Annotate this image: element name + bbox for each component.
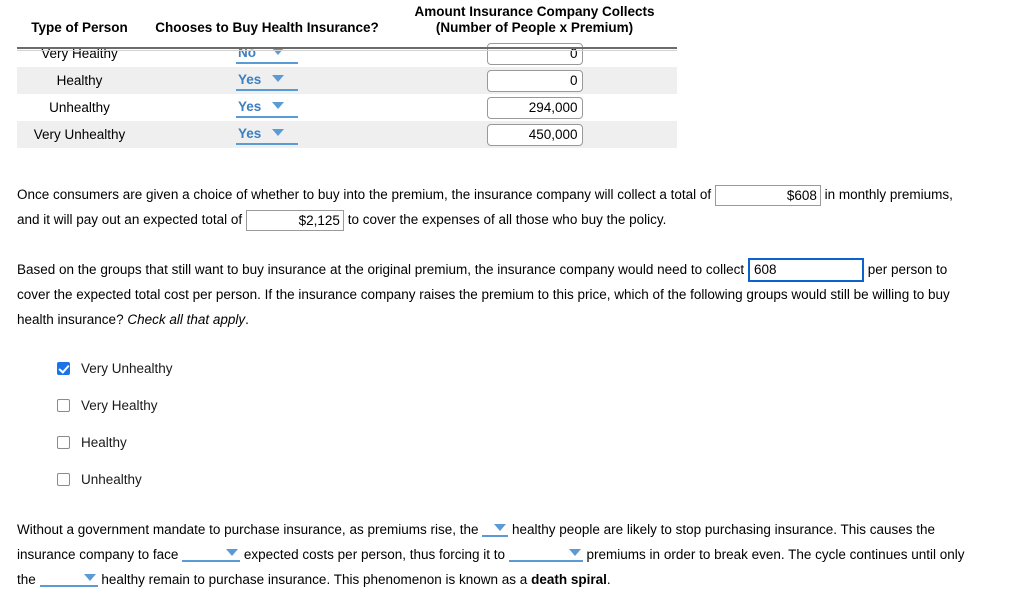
choice-dropdown-value: Yes: [238, 125, 262, 141]
checkbox-label-very-unhealthy: Very Unhealthy: [81, 361, 173, 376]
paragraph3-part3: expected costs per person, thus forcing …: [243, 547, 506, 562]
cell-choice: Yes: [142, 121, 392, 148]
choice-dropdown-very-unhealthy[interactable]: Yes: [236, 125, 298, 145]
cell-person-type: Very Healthy: [41, 46, 118, 61]
chevron-down-icon: [83, 573, 96, 581]
checkbox-label-very-healthy: Very Healthy: [81, 398, 158, 413]
checkbox-row-unhealthy[interactable]: Unhealthy: [57, 461, 173, 498]
table-row: Very Healthy No 0: [17, 40, 677, 67]
insurance-table: Type of Person Chooses to Buy Health Ins…: [17, 4, 677, 148]
table-row: Very Unhealthy Yes 450,000: [17, 121, 677, 148]
chevron-down-icon: [272, 75, 284, 83]
paragraph-collections: Once consumers are given a choice of whe…: [17, 182, 977, 232]
chevron-down-icon: [272, 129, 284, 137]
paragraph1-part1: Once consumers are given a choice of whe…: [17, 187, 712, 202]
choice-dropdown-value: Yes: [238, 98, 262, 114]
cell-amount: 0: [392, 40, 677, 67]
column-header-chooses-to-buy: Chooses to Buy Health Insurance?: [155, 20, 379, 35]
cell-person-type: Healthy: [17, 67, 142, 94]
check-all-that-apply-instruction: Check all that apply: [127, 312, 246, 328]
paragraph2-part1: Based on the groups that still want to b…: [17, 262, 745, 277]
column-header-amount-line2: (Number of People x Premium): [435, 20, 634, 35]
cell-person-type: Unhealthy: [49, 100, 110, 115]
chevron-down-icon: [568, 548, 581, 556]
paragraph2-period: .: [245, 312, 249, 328]
paragraph1-part3: to cover the expenses of all those who b…: [347, 212, 667, 227]
table-header-divider-light: [17, 50, 677, 51]
dropdown-healthy-level-1[interactable]: [482, 520, 509, 537]
column-header-amount-line1: Amount Insurance Company Collects: [414, 4, 655, 19]
paragraph3-part6: .: [606, 572, 611, 587]
table-row: Healthy Yes 0: [17, 67, 677, 94]
amount-input-healthy[interactable]: 0: [486, 69, 583, 92]
checkbox-very-healthy[interactable]: [57, 399, 70, 412]
choice-dropdown-unhealthy[interactable]: Yes: [236, 98, 298, 118]
chevron-down-icon: [494, 523, 507, 531]
cell-amount: 294,000: [392, 94, 677, 121]
cell-choice: Yes: [142, 67, 392, 94]
cell-amount: 450,000: [392, 121, 677, 148]
paragraph-death-spiral: Without a government mandate to purchase…: [17, 517, 977, 592]
required-premium-input[interactable]: 608: [747, 258, 864, 283]
column-header-amount-collected: Amount Insurance Company Collects (Numbe…: [392, 4, 677, 40]
cell-choice: No: [142, 40, 392, 67]
checkbox-unhealthy[interactable]: [57, 473, 70, 486]
table-header-divider: [17, 47, 677, 49]
checkbox-label-unhealthy: Unhealthy: [81, 472, 142, 487]
total-payout-input[interactable]: $2,125: [245, 209, 344, 231]
cell-amount: 0: [392, 67, 677, 94]
death-spiral-term: death spiral: [531, 572, 607, 587]
checkbox-very-unhealthy[interactable]: [57, 362, 70, 375]
checkbox-healthy[interactable]: [57, 436, 70, 449]
dropdown-healthy-level-2[interactable]: [39, 570, 98, 587]
amount-input-unhealthy[interactable]: 294,000: [486, 96, 583, 119]
checkbox-row-very-healthy[interactable]: Very Healthy: [57, 387, 173, 424]
choice-dropdown-value: Yes: [238, 71, 262, 87]
dropdown-expected-costs[interactable]: [182, 545, 241, 562]
checkbox-row-very-unhealthy[interactable]: Very Unhealthy: [57, 350, 173, 387]
total-collected-input[interactable]: $608: [714, 184, 821, 206]
paragraph3-part1: Without a government mandate to purchase…: [17, 522, 479, 537]
amount-input-very-unhealthy[interactable]: 450,000: [486, 123, 583, 146]
choice-dropdown-healthy[interactable]: Yes: [236, 71, 298, 91]
insurance-table-container: Type of Person Chooses to Buy Health Ins…: [17, 4, 677, 148]
cell-choice: Yes: [142, 94, 392, 121]
dropdown-premium-direction[interactable]: [508, 545, 583, 562]
paragraph-required-premium: Based on the groups that still want to b…: [17, 257, 977, 332]
cell-person-type: Very Unhealthy: [17, 121, 142, 148]
table-head: Type of Person Chooses to Buy Health Ins…: [17, 4, 677, 40]
table-body: Very Healthy No 0 Healthy Yes 0 Unhealth…: [17, 40, 677, 148]
checkbox-label-healthy: Healthy: [81, 435, 127, 450]
table-header-row: Type of Person Chooses to Buy Health Ins…: [17, 4, 677, 40]
amount-input-very-healthy[interactable]: 0: [486, 42, 583, 65]
chevron-down-icon: [226, 548, 239, 556]
paragraph3-part5: healthy remain to purchase insurance. Th…: [101, 572, 528, 587]
column-header-type-of-person: Type of Person: [31, 20, 128, 35]
chevron-down-icon: [272, 102, 284, 110]
checkbox-row-healthy[interactable]: Healthy: [57, 424, 173, 461]
table-row: Unhealthy Yes 294,000: [17, 94, 677, 121]
group-checkbox-list: Very Unhealthy Very Healthy Healthy Unhe…: [57, 350, 173, 498]
